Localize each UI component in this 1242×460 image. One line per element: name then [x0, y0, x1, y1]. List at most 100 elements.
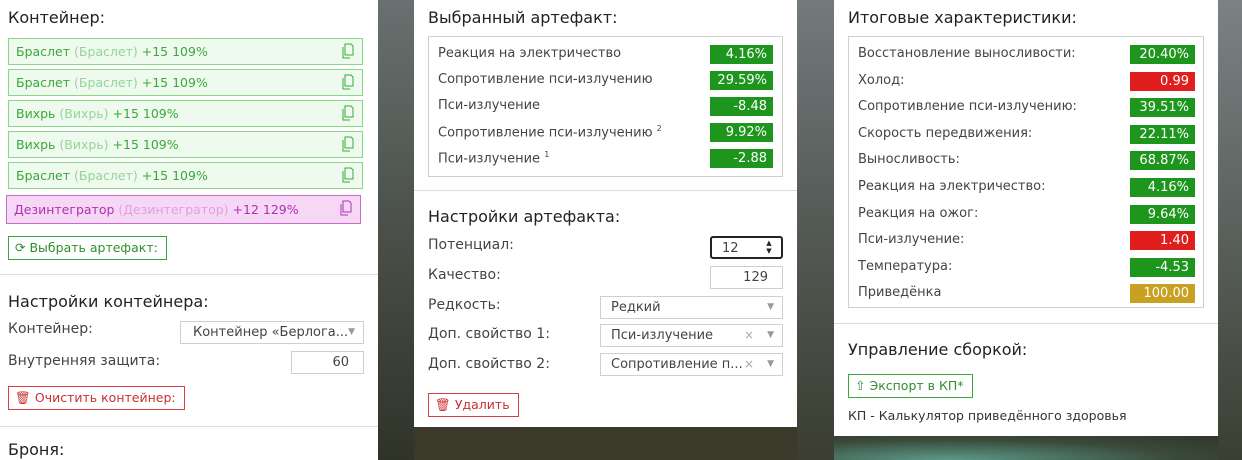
stat-row: Сопротивление пси-излучению 2 9.92% [429, 120, 782, 146]
extra-property-2-label: Доп. свойство 2: [428, 356, 550, 372]
selected-artifact-title: Выбранный артефакт: [428, 8, 618, 27]
container-type-label: Контейнер: [8, 321, 93, 337]
copy-icon[interactable] [342, 43, 354, 59]
stat-label: Холод: [858, 72, 905, 88]
background-scenery [1218, 0, 1242, 460]
stat-row: Температура: -4.53 [849, 255, 1203, 281]
stat-label: Восстановление выносливости: [858, 46, 1076, 61]
artifact-settings-title: Настройки артефакта: [428, 207, 621, 226]
container-title: Контейнер: [8, 8, 106, 27]
trash-icon: 🗑 [435, 397, 451, 412]
extra-property-1-select[interactable]: Пси-излучение × ▼ [600, 324, 783, 347]
export-note: КП - Калькулятор приведённого здоровья [848, 408, 1127, 423]
item-value: +15 109% [141, 168, 208, 183]
stat-row: Выносливость: 68.87% [849, 148, 1203, 174]
stat-label: Сопротивление пси-излучению: [858, 99, 1077, 115]
stat-value-badge: 68.87% [1130, 151, 1195, 171]
divider [0, 274, 378, 275]
background-scenery [378, 0, 414, 460]
container-item[interactable]: Браслет (Браслет) +15 109% [8, 69, 363, 96]
stat-label: Скорость передвижения: [858, 125, 1033, 141]
item-name: Браслет [16, 75, 71, 90]
copy-icon[interactable] [342, 105, 354, 121]
rarity-select[interactable]: Редкий ▼ [600, 296, 783, 319]
copy-icon[interactable] [340, 200, 352, 216]
stat-value-badge: -8.48 [710, 97, 773, 116]
quality-input[interactable]: 129 [710, 266, 783, 289]
stat-row: Реакция на ожог: 9.64% [849, 202, 1203, 228]
item-original-name: (Дезинтегратор) [118, 202, 229, 217]
stat-label: Выносливость: [858, 152, 960, 168]
potential-input[interactable]: 12 ▲ ▼ [710, 236, 783, 259]
stat-value-badge: 29.59% [710, 71, 773, 90]
rarity-label: Редкость: [428, 297, 501, 313]
stat-superscript: 2 [656, 124, 662, 133]
stat-row: Приведёнка 100.00 [849, 281, 1203, 307]
stat-value-badge: -2.88 [710, 149, 773, 168]
item-name: Браслет [16, 44, 71, 59]
refresh-icon: ⟳ [15, 240, 26, 255]
stat-row: Пси-излучение 1 -2.88 [429, 146, 782, 172]
stat-row: Реакция на электричество: 4.16% [849, 175, 1203, 201]
container-item[interactable]: Браслет (Браслет) +15 109% [8, 162, 363, 189]
stat-value-badge: 4.16% [710, 45, 773, 64]
item-original-name: (Браслет) [74, 44, 138, 59]
totals-stats-box: Восстановление выносливости: 20.40% Холод:… [848, 36, 1204, 308]
container-item[interactable]: Вихрь (Вихрь) +15 109% [8, 100, 363, 127]
internal-protection-label: Внутренняя защита: [8, 353, 161, 369]
extra-property-2-select[interactable]: Сопротивление п... × ▼ [600, 353, 783, 376]
stat-label: Пси-излучение 1 [438, 150, 550, 167]
item-original-name: (Браслет) [74, 168, 138, 183]
stat-row: Пси-излучение -8.48 [429, 94, 782, 120]
stat-value-badge: 20.40% [1130, 45, 1195, 64]
stat-row: Сопротивление пси-излучению: 39.51% [849, 95, 1203, 121]
stat-label: Реакция на электричество [438, 46, 622, 61]
select-artifact-button[interactable]: ⟳ Выбрать артефакт: [8, 236, 167, 260]
item-name: Вихрь [16, 137, 56, 152]
export-button[interactable]: ⇧ Экспорт в КП* [848, 374, 973, 398]
item-original-name: (Вихрь) [59, 106, 109, 121]
stat-value-badge: 4.16% [1130, 178, 1195, 197]
quality-label: Качество: [428, 267, 501, 283]
chevron-down-icon: ▼ [767, 330, 774, 340]
stat-value-badge: 0.99 [1130, 71, 1195, 91]
internal-protection-input[interactable]: 60 [291, 351, 364, 374]
item-value: +15 109% [112, 106, 179, 121]
copy-icon[interactable] [342, 136, 354, 152]
stat-row: Пси-излучение: 1.40 [849, 228, 1203, 254]
item-name: Браслет [16, 168, 71, 183]
container-item[interactable]: Вихрь (Вихрь) +15 109% [8, 131, 363, 158]
container-item[interactable]: Браслет (Браслет) +15 109% [8, 38, 363, 65]
clear-container-button[interactable]: 🗑 Очистить контейнер: [8, 386, 185, 410]
chevron-down-icon: ▼ [767, 302, 774, 312]
stat-value-badge: 1.40 [1130, 231, 1195, 251]
delete-artifact-button[interactable]: 🗑 Удалить [428, 393, 519, 417]
totals-title: Итоговые характеристики: [848, 8, 1077, 27]
totals-panel: Итоговые характеристики: Восстановление … [834, 0, 1218, 436]
item-original-name: (Вихрь) [59, 137, 109, 152]
chevron-down-icon: ▼ [348, 327, 355, 337]
stat-value-badge: 9.64% [1130, 204, 1195, 224]
copy-icon[interactable] [342, 167, 354, 183]
stat-row: Скорость передвижения: 22.11% [849, 122, 1203, 148]
container-panel: Контейнер: Браслет (Браслет) +15 109% Бра… [0, 0, 378, 460]
container-type-select[interactable]: Контейнер «Берлога... ▼ [180, 321, 364, 344]
stat-label: Сопротивление пси-излучению 2 [438, 124, 662, 141]
stat-superscript: 1 [544, 150, 550, 159]
divider [414, 190, 797, 191]
item-value: +15 109% [141, 44, 208, 59]
clear-icon[interactable]: × [744, 325, 754, 346]
stat-value-badge: -4.53 [1130, 257, 1195, 277]
trash-icon: 🗑 [15, 390, 31, 405]
item-name: Вихрь [16, 106, 56, 121]
container-item[interactable]: Дезинтегратор (Дезинтегратор) +12 129% [6, 195, 361, 224]
item-name: Дезинтегратор [14, 202, 115, 217]
item-original-name: (Браслет) [74, 75, 138, 90]
copy-icon[interactable] [342, 74, 354, 90]
clear-icon[interactable]: × [744, 354, 754, 375]
stepper-icon[interactable]: ▲ ▼ [763, 239, 775, 257]
artifact-stats-box: Реакция на электричество 4.16% Сопротивлен… [428, 36, 783, 177]
stat-label: Пси-излучение [438, 98, 541, 113]
item-value: +12 129% [232, 202, 299, 217]
stat-value-badge: 9.92% [710, 123, 773, 142]
